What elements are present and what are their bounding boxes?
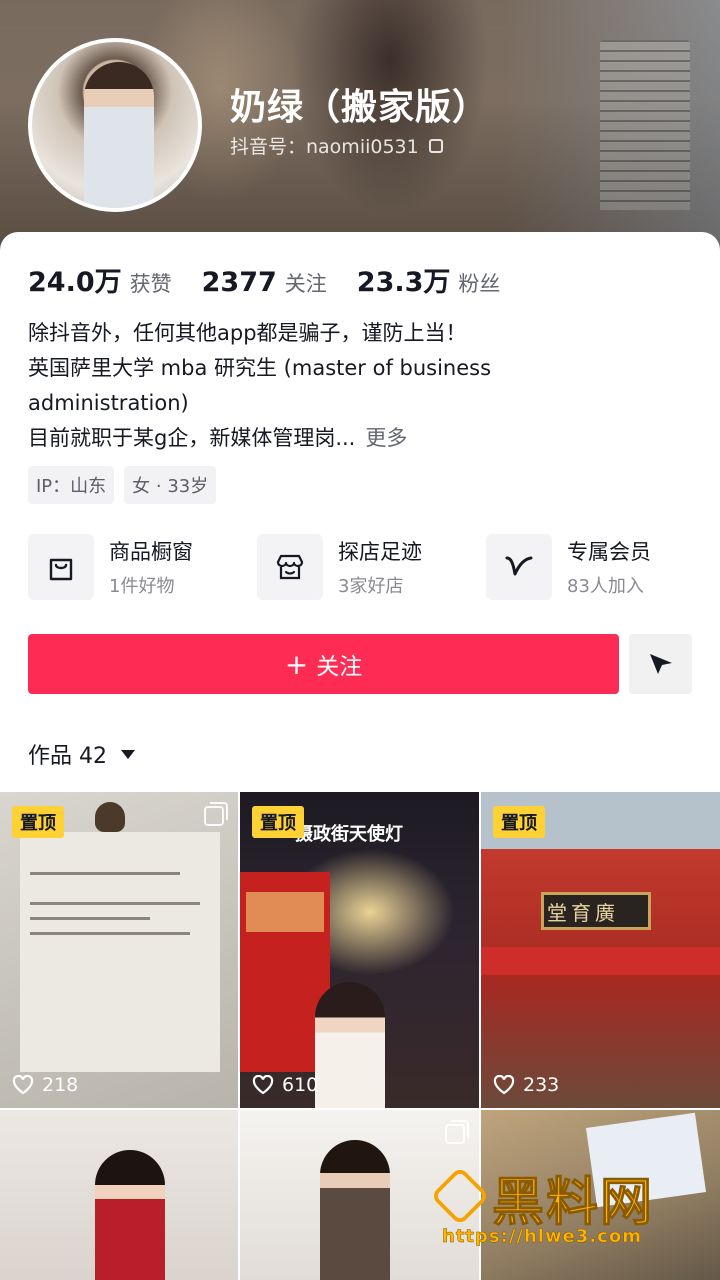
stat-likes[interactable]: 24.0万 获赞	[28, 260, 172, 299]
bio-line: 目前就职于某g企，新媒体管理岗... 更多	[28, 426, 408, 450]
nickname: 奶绿（搬家版）	[230, 87, 490, 128]
bio-line: 英国萨里大学 mba 研究生 (master of business	[28, 356, 492, 380]
site-watermark: 黑料网 https://hlwe3.com	[430, 1160, 702, 1260]
like-count: 233	[493, 1074, 559, 1096]
profile-card: 24.0万 获赞 2377 关注 23.3万 粉丝 除抖音外，任何其他app都是…	[0, 232, 720, 1280]
douyin-id: 抖音号：naomii0531	[230, 136, 419, 158]
services-row: 商品橱窗 1件好物 探店足迹 3家好店 专属会员 83人加入	[28, 534, 715, 600]
video-tile[interactable]	[0, 1110, 238, 1280]
douyin-id-row[interactable]: 抖音号：naomii0531	[230, 132, 443, 159]
video-overlay-text: 摄政街天使灯	[295, 824, 403, 845]
bio: 除抖音外，任何其他app都是骗子，谨防上当！ 英国萨里大学 mba 研究生 (m…	[28, 316, 698, 456]
video-tile[interactable]: 摄政街天使灯 置顶 610	[240, 792, 479, 1108]
video-tile[interactable]: 置顶 218	[0, 792, 238, 1108]
works-label: 作品 42	[28, 744, 107, 769]
university-crest	[95, 802, 125, 832]
bag-icon	[28, 534, 94, 600]
works-tab[interactable]: 作品 42	[28, 738, 135, 770]
shop-icon	[257, 534, 323, 600]
vip-icon	[486, 534, 552, 600]
multi-image-icon	[445, 1120, 469, 1144]
avatar[interactable]	[28, 38, 202, 212]
like-count: 218	[12, 1074, 78, 1096]
bio-line: 除抖音外，任何其他app都是骗子，谨防上当！	[28, 321, 467, 345]
shop-sign-text: 堂育廣	[547, 901, 619, 925]
stats-row: 24.0万 获赞 2377 关注 23.3万 粉丝	[28, 260, 500, 299]
follow-label: 关注	[316, 654, 363, 680]
bio-more-link[interactable]: 更多	[365, 426, 407, 450]
paper-plane-icon	[649, 654, 672, 674]
heart-icon	[493, 1075, 515, 1095]
like-count: 610	[252, 1074, 318, 1096]
service-shop-window[interactable]: 商品橱窗 1件好物	[28, 534, 257, 600]
send-message-button[interactable]	[629, 634, 692, 694]
watermark-logo-icon	[430, 1166, 490, 1226]
gender-age-tag: 女 · 33岁	[124, 466, 217, 504]
service-membership[interactable]: 专属会员 83人加入	[486, 534, 715, 600]
watermark-brand: 黑料网	[491, 1173, 655, 1234]
bio-line: administration)	[28, 391, 189, 415]
service-store-visits[interactable]: 探店足迹 3家好店	[257, 534, 486, 600]
heart-icon	[12, 1075, 34, 1095]
ip-tag: IP：山东	[28, 466, 115, 504]
pinned-badge: 置顶	[252, 806, 304, 838]
follow-button[interactable]: + 关注	[28, 634, 619, 694]
multi-image-icon	[204, 802, 228, 826]
pinned-badge: 置顶	[493, 806, 545, 838]
pinned-badge: 置顶	[12, 806, 64, 838]
caret-down-icon	[121, 749, 135, 759]
stat-followers[interactable]: 23.3万 粉丝	[357, 260, 501, 299]
video-tile[interactable]: 堂育廣 置顶 233	[481, 792, 720, 1108]
tags-row: IP：山东 女 · 33岁	[28, 466, 217, 504]
stat-following[interactable]: 2377 关注	[202, 267, 327, 298]
follow-row: + 关注	[28, 634, 692, 694]
heart-icon	[252, 1075, 274, 1095]
watermark-url: https://hlwe3.com	[442, 1226, 642, 1248]
copy-icon[interactable]	[428, 138, 443, 153]
plus-icon: +	[284, 647, 309, 681]
